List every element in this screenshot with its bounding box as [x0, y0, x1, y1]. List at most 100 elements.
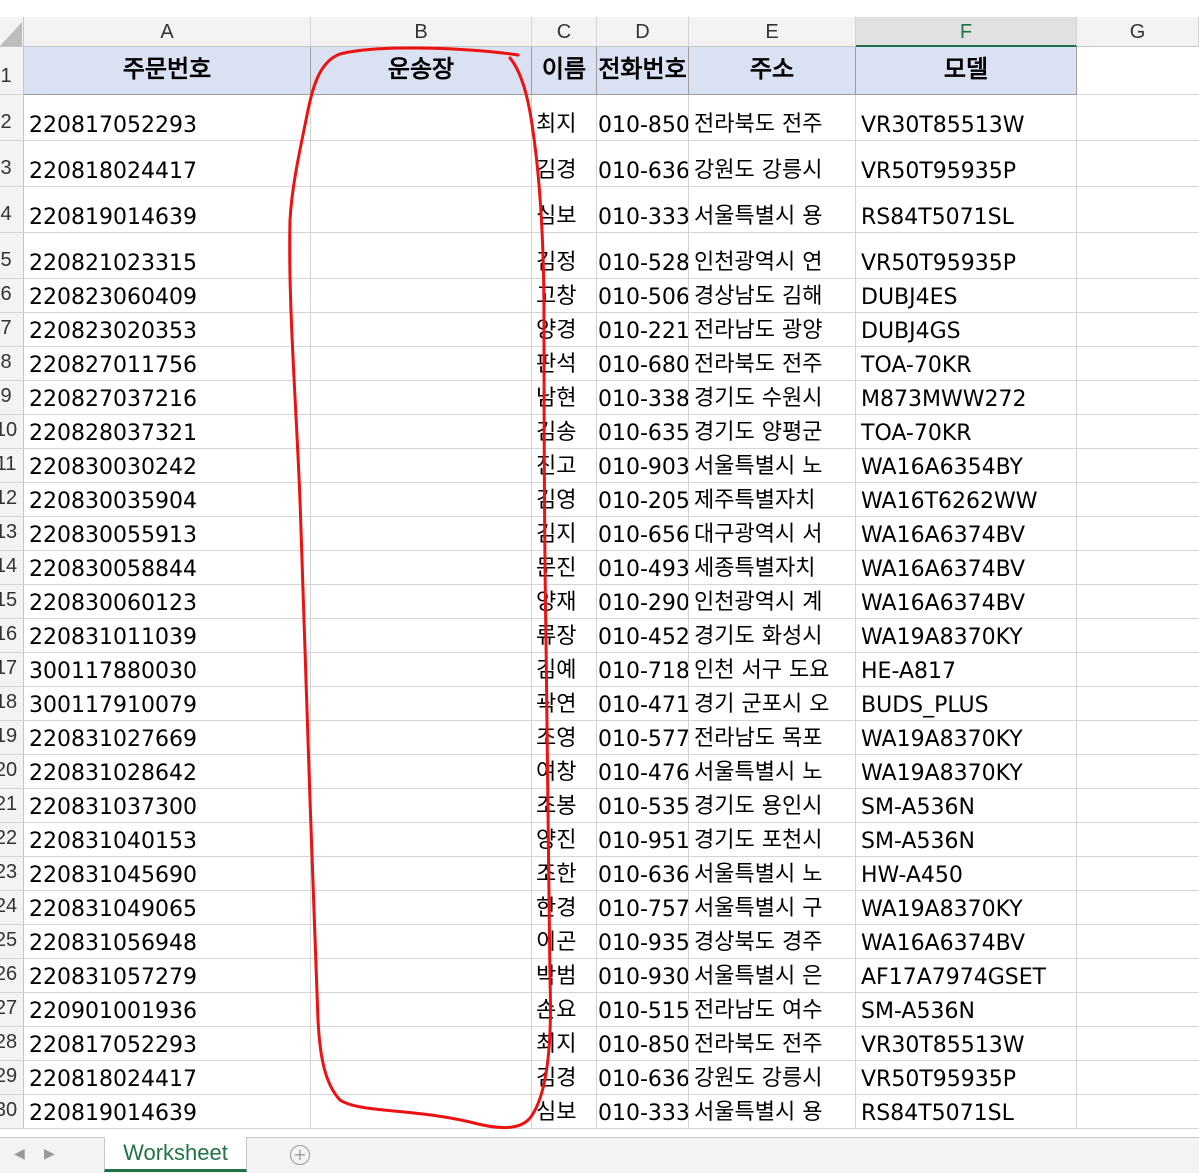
cell-e27[interactable]: 전라남도 여수: [689, 993, 856, 1027]
cell-c21[interactable]: 조봉: [532, 789, 597, 823]
cell-g12[interactable]: [1077, 483, 1199, 517]
row-header-9[interactable]: 9: [0, 381, 24, 415]
cell-b12[interactable]: [311, 483, 532, 517]
cell-e29[interactable]: 강원도 강릉시: [689, 1061, 856, 1095]
cell-d19[interactable]: 010-577: [597, 721, 689, 755]
cell-b22[interactable]: [311, 823, 532, 857]
cell-b26[interactable]: [311, 959, 532, 993]
cell-c26[interactable]: 박범: [532, 959, 597, 993]
cell-c16[interactable]: 류장: [532, 619, 597, 653]
cell-e21[interactable]: 경기도 용인시: [689, 789, 856, 823]
cell-a24[interactable]: 220831049065: [24, 891, 311, 925]
row-header-21[interactable]: 21: [0, 789, 24, 823]
row-header-4[interactable]: 4: [0, 187, 24, 233]
cell-c23[interactable]: 조한: [532, 857, 597, 891]
cell-f25[interactable]: WA16A6374BV: [856, 925, 1077, 959]
cell-e5[interactable]: 인천광역시 연: [689, 233, 856, 279]
cell-d18[interactable]: 010-471: [597, 687, 689, 721]
row-header-11[interactable]: 11: [0, 449, 24, 483]
cell-c27[interactable]: 손요: [532, 993, 597, 1027]
cell-e4[interactable]: 서울특별시 용: [689, 187, 856, 233]
cell-g30[interactable]: [1077, 1095, 1199, 1129]
column-header-a[interactable]: A: [24, 17, 311, 47]
row-header-13[interactable]: 13: [0, 517, 24, 551]
add-sheet-icon[interactable]: +: [290, 1145, 310, 1165]
cell-a13[interactable]: 220830055913: [24, 517, 311, 551]
cell-a20[interactable]: 220831028642: [24, 755, 311, 789]
cell-f22[interactable]: SM-A536N: [856, 823, 1077, 857]
cell-c6[interactable]: 고창: [532, 279, 597, 313]
cell-d20[interactable]: 010-476: [597, 755, 689, 789]
cell-g29[interactable]: [1077, 1061, 1199, 1095]
cell-b29[interactable]: [311, 1061, 532, 1095]
cell-g24[interactable]: [1077, 891, 1199, 925]
cell-g9[interactable]: [1077, 381, 1199, 415]
cell-a25[interactable]: 220831056948: [24, 925, 311, 959]
cell-d26[interactable]: 010-930: [597, 959, 689, 993]
cell-a2[interactable]: 220817052293: [24, 95, 311, 141]
cell-b8[interactable]: [311, 347, 532, 381]
header-cell-c[interactable]: 이름: [532, 47, 597, 95]
row-header-10[interactable]: 10: [0, 415, 24, 449]
cell-g21[interactable]: [1077, 789, 1199, 823]
cell-b2[interactable]: [311, 95, 532, 141]
cell-f14[interactable]: WA16A6374BV: [856, 551, 1077, 585]
cell-c7[interactable]: 양경: [532, 313, 597, 347]
cell-c18[interactable]: 곽연: [532, 687, 597, 721]
cell-e18[interactable]: 경기 군포시 오: [689, 687, 856, 721]
cell-c17[interactable]: 김예: [532, 653, 597, 687]
cell-g27[interactable]: [1077, 993, 1199, 1027]
select-all-corner[interactable]: [0, 17, 24, 47]
cell-f6[interactable]: DUBJ4ES: [856, 279, 1077, 313]
cell-d22[interactable]: 010-951: [597, 823, 689, 857]
cell-a21[interactable]: 220831037300: [24, 789, 311, 823]
cell-e13[interactable]: 대구광역시 서: [689, 517, 856, 551]
next-sheet-icon[interactable]: ▶: [44, 1146, 55, 1162]
cell-c3[interactable]: 김경: [532, 141, 597, 187]
cell-d21[interactable]: 010-535: [597, 789, 689, 823]
cell-b25[interactable]: [311, 925, 532, 959]
cell-f4[interactable]: RS84T5071SL: [856, 187, 1077, 233]
cell-a23[interactable]: 220831045690: [24, 857, 311, 891]
row-header-30[interactable]: 30: [0, 1095, 24, 1129]
cell-e10[interactable]: 경기도 양평군: [689, 415, 856, 449]
cell-d2[interactable]: 010-850: [597, 95, 689, 141]
cell-g15[interactable]: [1077, 585, 1199, 619]
cell-e7[interactable]: 전라남도 광양: [689, 313, 856, 347]
row-header-18[interactable]: 18: [0, 687, 24, 721]
cell-d24[interactable]: 010-757: [597, 891, 689, 925]
row-header-25[interactable]: 25: [0, 925, 24, 959]
cell-b27[interactable]: [311, 993, 532, 1027]
cell-f17[interactable]: HE-A817: [856, 653, 1077, 687]
cell-b20[interactable]: [311, 755, 532, 789]
header-cell-b[interactable]: 운송장: [311, 47, 532, 95]
cell-e22[interactable]: 경기도 포천시: [689, 823, 856, 857]
cell-c4[interactable]: 심보: [532, 187, 597, 233]
row-header-15[interactable]: 15: [0, 585, 24, 619]
cell-a12[interactable]: 220830035904: [24, 483, 311, 517]
cell-d8[interactable]: 010-680: [597, 347, 689, 381]
prev-sheet-icon[interactable]: ◀: [14, 1146, 25, 1162]
cell-f28[interactable]: VR30T85513W: [856, 1027, 1077, 1061]
cell-d10[interactable]: 010-635: [597, 415, 689, 449]
cell-f26[interactable]: AF17A7974GSET: [856, 959, 1077, 993]
row-header-28[interactable]: 28: [0, 1027, 24, 1061]
cell-f13[interactable]: WA16A6374BV: [856, 517, 1077, 551]
cell-a15[interactable]: 220830060123: [24, 585, 311, 619]
cell-c29[interactable]: 김경: [532, 1061, 597, 1095]
cell-c9[interactable]: 남현: [532, 381, 597, 415]
cell-e17[interactable]: 인천 서구 도요: [689, 653, 856, 687]
row-header-20[interactable]: 20: [0, 755, 24, 789]
cell-c5[interactable]: 김정: [532, 233, 597, 279]
cell-b7[interactable]: [311, 313, 532, 347]
cell-a11[interactable]: 220830030242: [24, 449, 311, 483]
cell-c25[interactable]: 이곤: [532, 925, 597, 959]
cell-f3[interactable]: VR50T95935P: [856, 141, 1077, 187]
cell-a3[interactable]: 220818024417: [24, 141, 311, 187]
cell-f18[interactable]: BUDS_PLUS: [856, 687, 1077, 721]
cell-d16[interactable]: 010-452: [597, 619, 689, 653]
cell-a7[interactable]: 220823020353: [24, 313, 311, 347]
header-cell-d[interactable]: 전화번호: [597, 47, 689, 95]
cell-a27[interactable]: 220901001936: [24, 993, 311, 1027]
cell-a22[interactable]: 220831040153: [24, 823, 311, 857]
